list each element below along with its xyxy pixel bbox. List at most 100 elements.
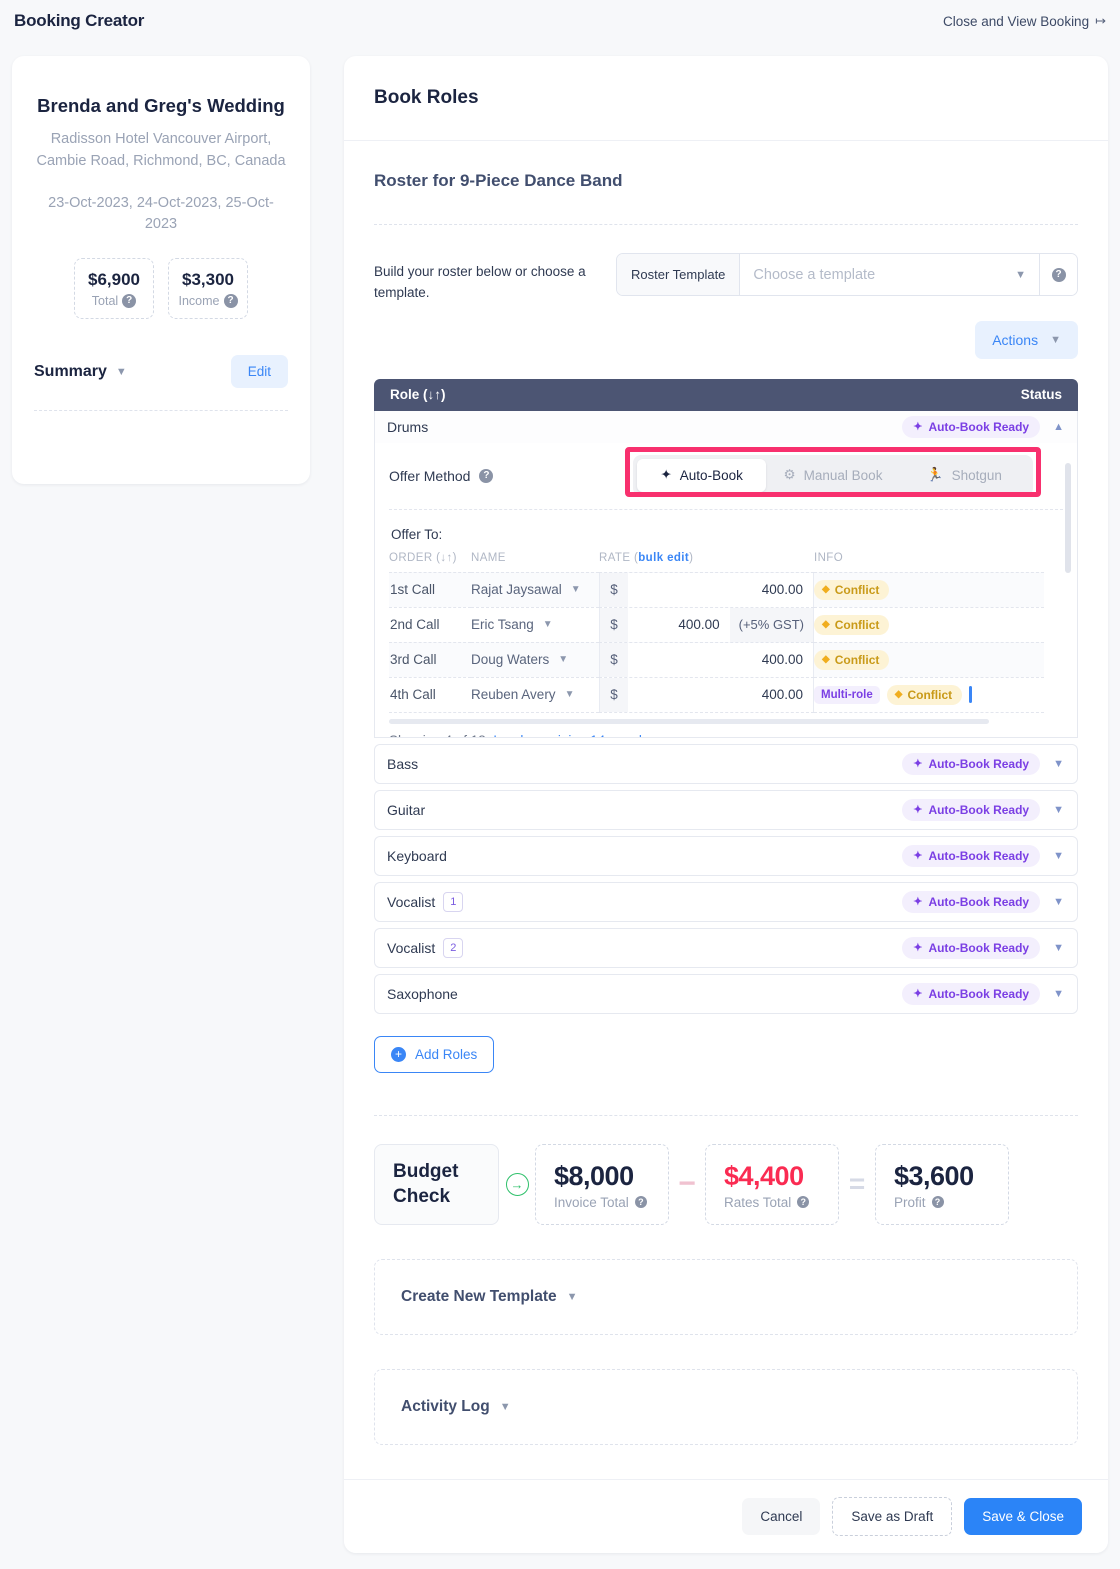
role-card-guitar: Guitar ✦ Auto-Book Ready ▼: [374, 789, 1078, 830]
add-roles-button[interactable]: + Add Roles: [374, 1035, 495, 1073]
rate-input[interactable]: 400.00: [628, 677, 813, 712]
role-column-header[interactable]: Role (↓↑): [390, 387, 446, 402]
booking-creator-page: Booking Creator Close and View Booking ↦…: [0, 0, 1120, 1569]
actions-button[interactable]: Actions ▼: [975, 320, 1078, 359]
close-and-view-booking-link[interactable]: Close and View Booking ↦: [943, 13, 1106, 29]
role-bar-drums[interactable]: Drums ✦ Auto-Book Ready ▲: [375, 410, 1077, 443]
activity-log-toggle[interactable]: Activity Log ▼: [401, 1398, 511, 1416]
conflict-badge[interactable]: ◆ Conflict: [814, 614, 890, 635]
edit-button[interactable]: Edit: [230, 355, 288, 389]
row-name-select[interactable]: Rajat Jaysawal ▼: [471, 573, 599, 607]
status-badge: ✦ Auto-Book Ready: [902, 798, 1041, 821]
bulk-edit-link[interactable]: bulk edit: [638, 552, 689, 564]
vertical-scrollbar[interactable]: [1065, 462, 1071, 733]
activity-log-panel[interactable]: Activity Log ▼: [374, 1368, 1078, 1445]
expand-caret-icon[interactable]: ▼: [1050, 942, 1067, 954]
template-help-button[interactable]: ?: [1039, 254, 1077, 295]
table-row: 3rd Call Doug Waters ▼ $ 400.00 ◆ Confli…: [389, 642, 1044, 678]
divider: [374, 1114, 1078, 1116]
status-badge-label: Auto-Book Ready: [928, 940, 1030, 955]
summary-toggle[interactable]: Summary ▼: [34, 363, 127, 381]
rate-input[interactable]: 400.00: [628, 642, 813, 677]
row-name-cell[interactable]: Reuben Avery ▼: [471, 677, 599, 713]
create-new-template-panel[interactable]: Create New Template ▼: [374, 1258, 1078, 1335]
role-bar-bass[interactable]: Bass ✦ Auto-Book Ready ▼: [375, 744, 1077, 783]
help-icon: ?: [1051, 267, 1066, 282]
rate-input[interactable]: 400.00: [628, 572, 813, 607]
row-name-select[interactable]: Reuben Avery ▼: [471, 678, 599, 712]
row-rate-cell[interactable]: $ 400.00: [599, 572, 814, 608]
help-icon[interactable]: ?: [122, 294, 137, 309]
role-bar-guitar[interactable]: Guitar ✦ Auto-Book Ready ▼: [375, 790, 1077, 829]
budget-minus-operator: −: [678, 1167, 696, 1201]
role-name: Saxophone: [387, 986, 458, 1002]
role-card-bass: Bass ✦ Auto-Book Ready ▼: [374, 743, 1078, 784]
role-status-group: ✦ Auto-Book Ready ▼: [902, 798, 1067, 821]
sparkle-icon: ✦: [913, 804, 923, 817]
load-more-link[interactable]: Load remaining 14 members: [493, 733, 665, 737]
role-name-label: Bass: [387, 755, 419, 772]
row-rate-cell[interactable]: $ 400.00: [599, 642, 814, 678]
roster-template-select[interactable]: Choose a template ▼: [740, 254, 1039, 295]
tab-auto-book[interactable]: ✦ Auto-Book: [637, 458, 767, 492]
row-name-cell[interactable]: Rajat Jaysawal ▼: [471, 572, 599, 608]
conflict-badge[interactable]: ◆ Conflict: [886, 684, 963, 705]
drums-detail: Offer Method ? ✦ Auto-Book ⚙ Manual Book: [375, 443, 1077, 737]
plus-icon: +: [391, 1046, 406, 1062]
create-new-template-toggle[interactable]: Create New Template ▼: [401, 1288, 578, 1306]
expand-caret-icon[interactable]: ▼: [1050, 988, 1067, 1000]
role-bar-vocalist-1[interactable]: Vocalist 1 ✦ Auto-Book Ready ▼: [375, 882, 1077, 921]
tab-manual-book[interactable]: ⚙ Manual Book: [768, 459, 897, 492]
role-bar-keyboard[interactable]: Keyboard ✦ Auto-Book Ready ▼: [375, 836, 1077, 875]
conflict-badge[interactable]: ◆ Conflict: [814, 649, 890, 670]
row-name-cell[interactable]: Doug Waters ▼: [471, 642, 599, 678]
multi-role-badge[interactable]: Multi-role: [814, 685, 880, 704]
offer-method-label: Offer Method: [389, 467, 471, 484]
row-name-cell[interactable]: Eric Tsang ▼: [471, 607, 599, 643]
table-row: 1st Call Rajat Jaysawal ▼ $ 400.00 ◆ Con…: [389, 572, 1044, 608]
collapse-caret-icon[interactable]: ▲: [1050, 421, 1067, 433]
col-order[interactable]: ORDER (↓↑): [389, 551, 471, 573]
row-rate-cell[interactable]: $ 400.00 (+5% GST): [599, 607, 814, 643]
help-icon[interactable]: ?: [931, 1196, 944, 1209]
warning-diamond-icon: ◆: [822, 584, 830, 596]
help-icon[interactable]: ?: [479, 468, 494, 483]
rates-total-label-group: Rates Total ?: [724, 1195, 820, 1210]
expand-caret-icon[interactable]: ▼: [1050, 758, 1067, 770]
save-as-draft-button[interactable]: Save as Draft: [832, 1497, 953, 1536]
help-icon[interactable]: ?: [797, 1196, 810, 1209]
status-badge: ✦ Auto-Book Ready: [902, 890, 1041, 913]
tab-shotgun[interactable]: 🏃 Shotgun: [900, 459, 1029, 492]
row-name-select[interactable]: Eric Tsang ▼: [471, 608, 599, 642]
role-status-group: ✦ Auto-Book Ready ▼: [902, 752, 1067, 775]
scrollbar-thumb[interactable]: [1065, 462, 1071, 573]
cancel-button[interactable]: Cancel: [742, 1498, 821, 1535]
help-icon[interactable]: ?: [634, 1196, 647, 1209]
conflict-label: Conflict: [834, 582, 880, 597]
invoice-total-label: Invoice Total: [554, 1194, 629, 1210]
rate-input-group[interactable]: $ 400.00: [599, 677, 814, 712]
budget-invoice-total: $8,000 Invoice Total ?: [535, 1143, 669, 1225]
role-card-keyboard: Keyboard ✦ Auto-Book Ready ▼: [374, 835, 1078, 876]
row-rate-cell[interactable]: $ 400.00: [599, 677, 814, 713]
rate-input[interactable]: 400.00: [628, 607, 730, 642]
expand-caret-icon[interactable]: ▼: [1050, 896, 1067, 908]
conflict-badge[interactable]: ◆ Conflict: [814, 579, 890, 600]
role-card-saxophone: Saxophone ✦ Auto-Book Ready ▼: [374, 973, 1078, 1014]
rate-input-group[interactable]: $ 400.00: [599, 642, 814, 677]
expand-caret-icon[interactable]: ▼: [1050, 850, 1067, 862]
gst-suffix: (+5% GST): [729, 607, 813, 642]
status-badge: ✦ Auto-Book Ready: [902, 982, 1041, 1005]
booking-summary-card: Brenda and Greg's Wedding Radisson Hotel…: [12, 56, 310, 484]
row-name-select[interactable]: Doug Waters ▼: [471, 643, 599, 677]
save-and-close-button[interactable]: Save & Close: [964, 1498, 1082, 1535]
role-bar-vocalist-2[interactable]: Vocalist 2 ✦ Auto-Book Ready ▼: [375, 928, 1077, 967]
offer-to-label: Offer To:: [391, 526, 443, 542]
help-icon[interactable]: ?: [223, 294, 238, 309]
expand-caret-icon[interactable]: ▼: [1050, 804, 1067, 816]
tab-manual-book-label: Manual Book: [803, 467, 883, 483]
role-bar-saxophone[interactable]: Saxophone ✦ Auto-Book Ready ▼: [375, 974, 1077, 1013]
rate-input-group[interactable]: $ 400.00: [599, 572, 814, 607]
rate-input-group[interactable]: $ 400.00 (+5% GST): [599, 607, 814, 642]
chevron-down-icon: ▼: [566, 1290, 578, 1303]
